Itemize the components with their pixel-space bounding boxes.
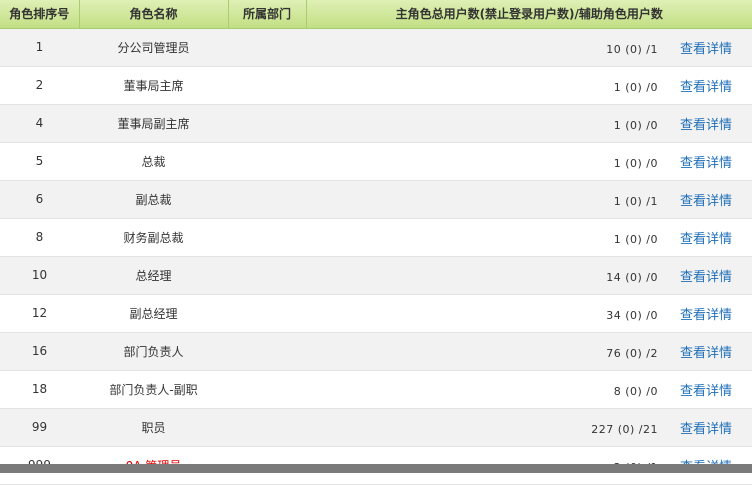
- table-row: 6 副总裁 1 (0) /1 查看详情: [0, 180, 752, 219]
- header-user-counts[interactable]: 主角色总用户数(禁止登录用户数)/辅助角色用户数: [306, 0, 752, 29]
- role-order-cell: 1: [0, 28, 79, 67]
- view-details-link[interactable]: 查看详情: [680, 304, 752, 323]
- view-details-link[interactable]: 查看详情: [680, 38, 752, 57]
- user-counts-text: 1 (0) /0: [613, 156, 658, 170]
- department-cell: [228, 332, 306, 371]
- role-order-cell: 16: [0, 332, 79, 371]
- table-row: 18 部门负责人-副职 8 (0) /0 查看详情: [0, 370, 752, 409]
- role-name-cell: 副总裁: [79, 180, 228, 219]
- view-details-link[interactable]: 查看详情: [680, 418, 752, 437]
- view-details-link[interactable]: 查看详情: [680, 152, 752, 171]
- view-details-link[interactable]: 查看详情: [680, 266, 752, 285]
- table-row: 2 董事局主席 1 (0) /0 查看详情: [0, 66, 752, 105]
- role-order-cell: 99: [0, 408, 79, 447]
- user-counts-text: 1 (0) /0: [613, 232, 658, 246]
- department-cell: [228, 28, 306, 67]
- role-order-cell: 18: [0, 370, 79, 409]
- user-counts-cell: 34 (0) /0 查看详情: [306, 294, 752, 333]
- department-cell: [228, 256, 306, 295]
- view-details-link[interactable]: 查看详情: [680, 190, 752, 209]
- user-counts-text: 1 (0) /0: [613, 80, 658, 94]
- header-department[interactable]: 所属部门: [228, 0, 307, 29]
- bottom-scroll-bar[interactable]: [0, 464, 752, 473]
- table-row: 99 职员 227 (0) /21 查看详情: [0, 408, 752, 447]
- table-row: 10 总经理 14 (0) /0 查看详情: [0, 256, 752, 295]
- user-counts-text: 227 (0) /21: [591, 422, 658, 436]
- user-counts-text: 76 (0) /2: [606, 346, 658, 360]
- table-row: 8 财务副总裁 1 (0) /0 查看详情: [0, 218, 752, 257]
- role-order-cell: 6: [0, 180, 79, 219]
- department-cell: [228, 142, 306, 181]
- user-counts-text: 14 (0) /0: [606, 270, 658, 284]
- user-counts-cell: 8 (0) /0 查看详情: [306, 370, 752, 409]
- role-name-cell: 董事局主席: [79, 66, 228, 105]
- user-counts-text: 1 (0) /1: [613, 194, 658, 208]
- view-details-link[interactable]: 查看详情: [680, 380, 752, 399]
- user-counts-cell: 14 (0) /0 查看详情: [306, 256, 752, 295]
- role-order-cell: 10: [0, 256, 79, 295]
- table-header: 角色排序号 角色名称 所属部门 主角色总用户数(禁止登录用户数)/辅助角色用户数: [0, 0, 752, 29]
- view-details-link[interactable]: 查看详情: [680, 228, 752, 247]
- role-order-cell: 2: [0, 66, 79, 105]
- table-row: 5 总裁 1 (0) /0 查看详情: [0, 142, 752, 181]
- role-name-cell: 总经理: [79, 256, 228, 295]
- table-row: 4 董事局副主席 1 (0) /0 查看详情: [0, 104, 752, 143]
- user-counts-cell: 76 (0) /2 查看详情: [306, 332, 752, 371]
- view-details-link[interactable]: 查看详情: [680, 342, 752, 361]
- department-cell: [228, 66, 306, 105]
- role-order-cell: 4: [0, 104, 79, 143]
- header-role-order[interactable]: 角色排序号: [0, 0, 80, 29]
- department-cell: [228, 180, 306, 219]
- role-table: 角色排序号 角色名称 所属部门 主角色总用户数(禁止登录用户数)/辅助角色用户数…: [0, 0, 752, 485]
- role-name-cell: 董事局副主席: [79, 104, 228, 143]
- user-counts-cell: 1 (0) /0 查看详情: [306, 142, 752, 181]
- user-counts-text: 10 (0) /1: [606, 42, 658, 56]
- department-cell: [228, 370, 306, 409]
- role-name-cell: 副总经理: [79, 294, 228, 333]
- role-order-cell: 8: [0, 218, 79, 257]
- role-name-cell: 职员: [79, 408, 228, 447]
- table-row: 12 副总经理 34 (0) /0 查看详情: [0, 294, 752, 333]
- role-order-cell: 5: [0, 142, 79, 181]
- user-counts-cell: 1 (0) /0 查看详情: [306, 218, 752, 257]
- role-name-cell: 总裁: [79, 142, 228, 181]
- department-cell: [228, 218, 306, 257]
- user-counts-cell: 1 (0) /0 查看详情: [306, 66, 752, 105]
- table-row: 1 分公司管理员 10 (0) /1 查看详情: [0, 28, 752, 67]
- table-body: 1 分公司管理员 10 (0) /1 查看详情 2 董事局主席 1 (0) /0 查看详情 4 董…: [0, 28, 752, 485]
- user-counts-cell: 227 (0) /21 查看详情: [306, 408, 752, 447]
- view-details-link[interactable]: 查看详情: [680, 114, 752, 133]
- user-counts-cell: 1 (0) /1 查看详情: [306, 180, 752, 219]
- department-cell: [228, 104, 306, 143]
- table-row: 16 部门负责人 76 (0) /2 查看详情: [0, 332, 752, 371]
- user-counts-text: 1 (0) /0: [613, 118, 658, 132]
- view-details-link[interactable]: 查看详情: [680, 76, 752, 95]
- department-cell: [228, 408, 306, 447]
- role-order-cell: 12: [0, 294, 79, 333]
- user-counts-text: 34 (0) /0: [606, 308, 658, 322]
- role-name-cell: 财务副总裁: [79, 218, 228, 257]
- header-role-name[interactable]: 角色名称: [79, 0, 229, 29]
- role-name-cell: 部门负责人-副职: [79, 370, 228, 409]
- role-name-cell: 部门负责人: [79, 332, 228, 371]
- user-counts-text: 8 (0) /0: [613, 384, 658, 398]
- role-name-cell: 分公司管理员: [79, 28, 228, 67]
- user-counts-cell: 10 (0) /1 查看详情: [306, 28, 752, 67]
- user-counts-cell: 1 (0) /0 查看详情: [306, 104, 752, 143]
- department-cell: [228, 294, 306, 333]
